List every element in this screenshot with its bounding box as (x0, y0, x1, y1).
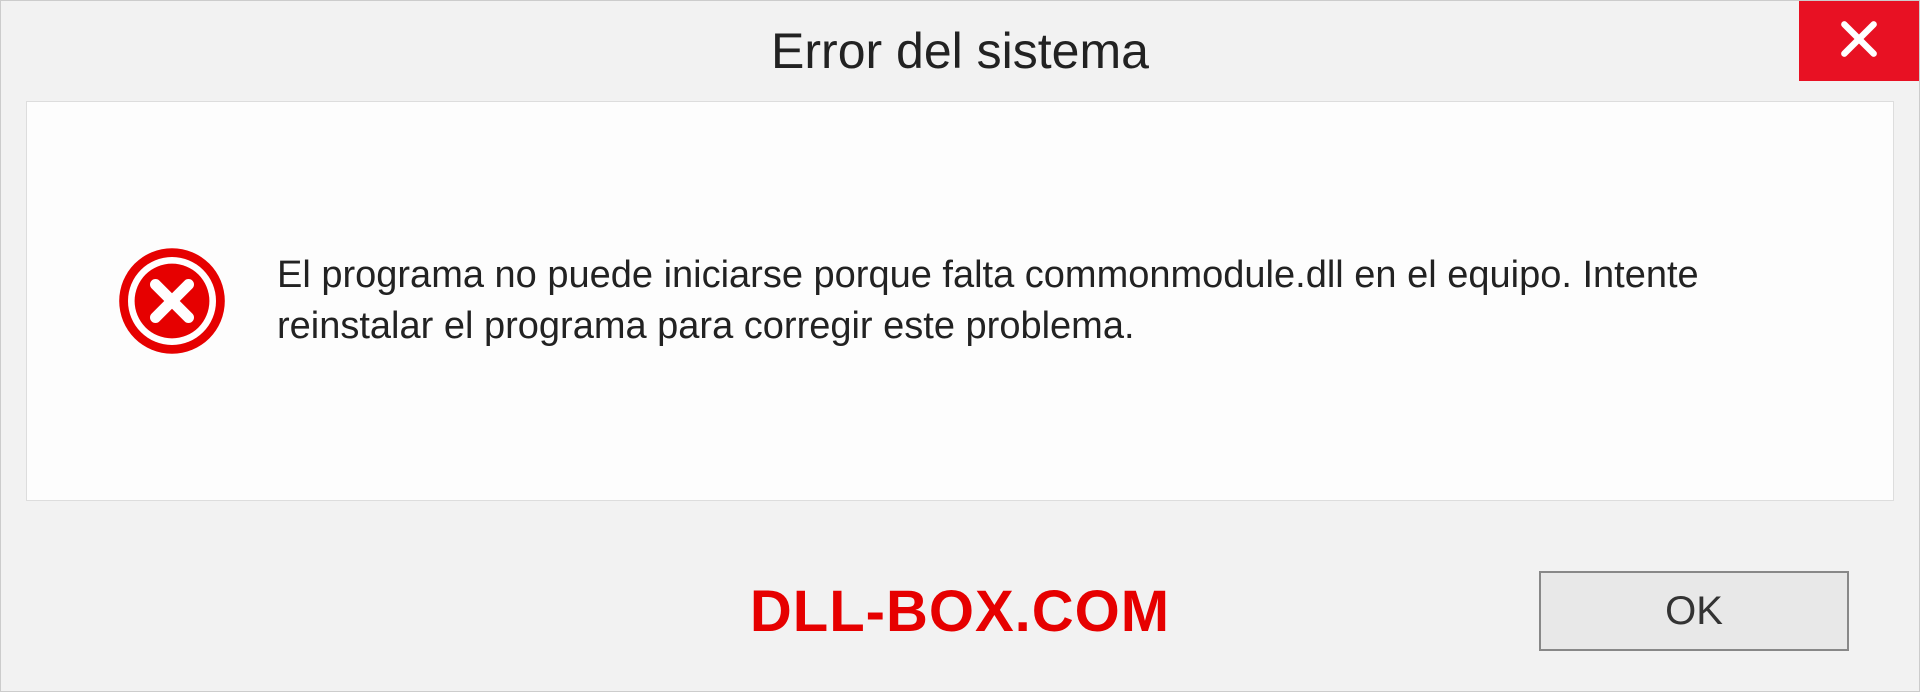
dialog-footer: DLL-BOX.COM OK (1, 531, 1919, 691)
error-message: El programa no puede iniciarse porque fa… (277, 250, 1813, 353)
ok-button[interactable]: OK (1539, 571, 1849, 651)
error-icon (117, 246, 227, 356)
close-button[interactable] (1799, 1, 1919, 81)
title-bar: Error del sistema (1, 1, 1919, 101)
watermark-text: DLL-BOX.COM (750, 578, 1170, 645)
dialog-body: El programa no puede iniciarse porque fa… (26, 101, 1894, 501)
close-icon (1837, 17, 1881, 66)
dialog-title: Error del sistema (771, 22, 1149, 80)
